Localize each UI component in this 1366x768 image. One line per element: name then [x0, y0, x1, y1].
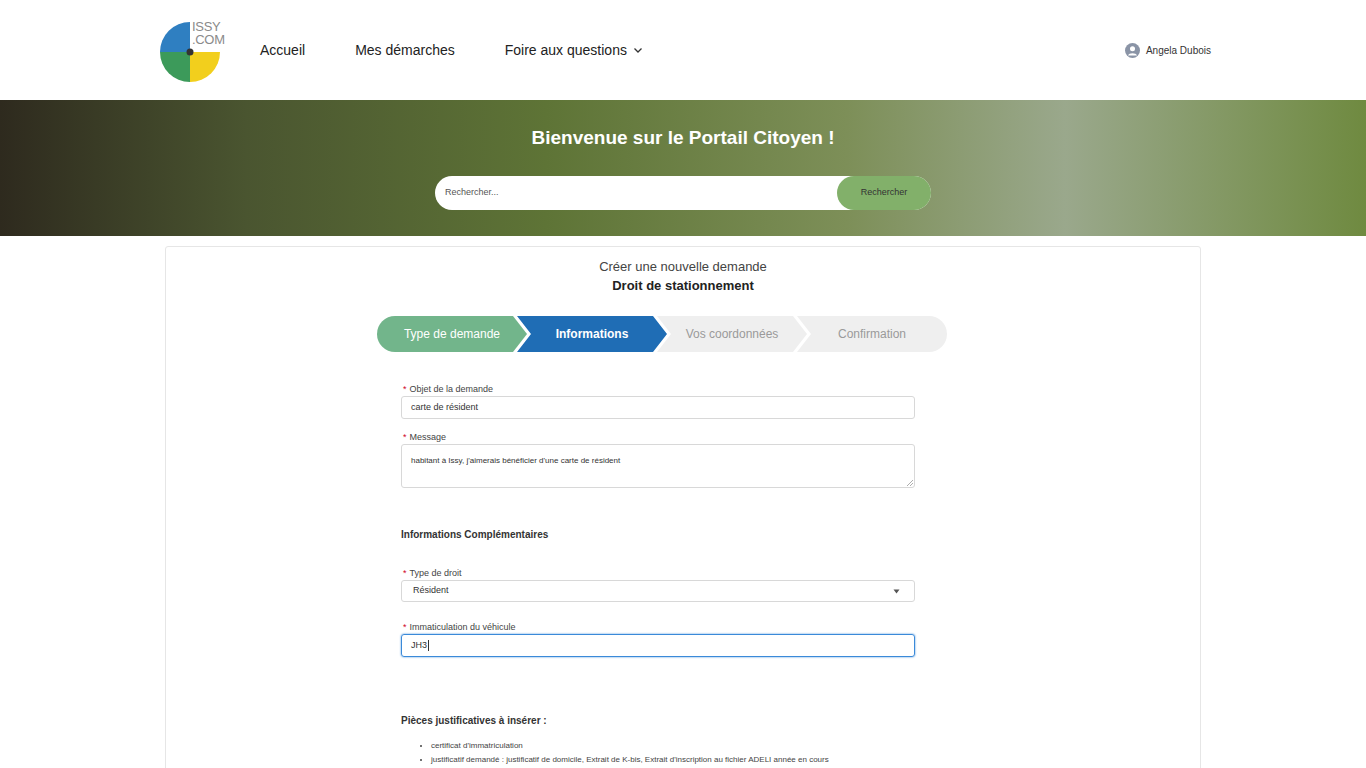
- logo-text: .COM: [192, 33, 225, 46]
- text-input[interactable]: carte de résident: [401, 396, 915, 419]
- search-input[interactable]: [435, 176, 837, 210]
- document-item: certificat d'immatriculation: [431, 739, 915, 753]
- field-value: habitant à Issy, j'aimerais bénéficier d…: [411, 456, 620, 465]
- field-label: *Type de droit: [401, 567, 915, 579]
- form-title: Créer une nouvelle demande: [599, 257, 767, 276]
- required-mark: *: [403, 567, 407, 579]
- step[interactable]: Vos coordonnées: [657, 316, 807, 352]
- documents-list: certificat d'immatriculationjustificatif…: [401, 739, 915, 767]
- nav-item[interactable]: Foire aux questions: [505, 40, 643, 61]
- field-label: *Immaticulation du véhicule: [401, 621, 915, 633]
- message-textarea[interactable]: habitant à Issy, j'aimerais bénéficier d…: [401, 444, 915, 488]
- user-name: Angela Dubois: [1146, 43, 1211, 58]
- document-item: justificatif demandé : justificatif de d…: [431, 753, 915, 767]
- form-field: *Message habitant à Issy, j'aimerais béné…: [401, 431, 915, 488]
- nav-item[interactable]: Accueil: [260, 40, 305, 61]
- type-select[interactable]: Résident: [401, 580, 915, 602]
- field-label-text: Objet de la demande: [410, 383, 494, 395]
- form-subtitle: Droit de stationnement: [612, 276, 754, 295]
- user-menu[interactable]: Angela Dubois: [1125, 43, 1211, 58]
- search-button[interactable]: Rechercher: [837, 176, 931, 210]
- step-label: Confirmation: [838, 327, 906, 342]
- field-value: carte de résident: [411, 401, 478, 415]
- documents-title: Pièces justificatives à insérer :: [401, 714, 915, 728]
- step-label: Vos coordonnées: [686, 327, 779, 342]
- required-mark: *: [403, 621, 407, 633]
- form-card: Créer une nouvelle demande Droit de stat…: [165, 246, 1201, 768]
- banner: Bienvenue sur le Portail Citoyen ! Reche…: [0, 100, 1366, 236]
- field-label: *Objet de la demande: [401, 383, 915, 395]
- stepper: Type de demande Informations Vos coordonné…: [377, 316, 947, 352]
- step-label: Type de demande: [404, 327, 500, 342]
- required-mark: *: [403, 431, 407, 443]
- field-label-text: Immaticulation du véhicule: [410, 621, 516, 633]
- step-label: Informations: [556, 327, 629, 342]
- nav-label: Foire aux questions: [505, 40, 627, 61]
- logo[interactable]: ISSY .COM: [160, 18, 230, 82]
- required-mark: *: [403, 383, 407, 395]
- form-field: *Immaticulation du véhicule JH3: [401, 621, 915, 657]
- form-field: *Type de droit Résident: [401, 567, 915, 602]
- form-field: *Objet de la demande carte de résident: [401, 383, 915, 419]
- resize-grip-icon[interactable]: [907, 480, 913, 486]
- main-nav: Accueil Mes démarches Foire aux questions: [260, 40, 643, 61]
- search-bar: Rechercher: [435, 176, 931, 210]
- field-value: Résident: [413, 584, 449, 598]
- nav-label: Mes démarches: [355, 40, 455, 61]
- section-title: Informations Complémentaires: [401, 528, 915, 542]
- text-cursor: [428, 640, 429, 651]
- field-value: JH3: [411, 639, 427, 653]
- banner-title: Bienvenue sur le Portail Citoyen !: [531, 124, 834, 153]
- site-header: ISSY .COM Accueil Mes démarches Foire aux …: [0, 0, 1366, 100]
- user-icon: [1125, 43, 1140, 58]
- text-input[interactable]: JH3: [401, 634, 915, 657]
- field-label-text: Message: [410, 431, 447, 443]
- chevron-down-icon: [633, 45, 643, 55]
- nav-item[interactable]: Mes démarches: [355, 40, 455, 61]
- logo-text: ISSY: [192, 20, 225, 33]
- field-label: *Message: [401, 431, 915, 443]
- caret-down-icon: [893, 589, 900, 594]
- request-form: *Objet de la demandecarte de résident*Me…: [401, 383, 915, 767]
- nav-label: Accueil: [260, 40, 305, 61]
- step[interactable]: Confirmation: [797, 316, 947, 352]
- step[interactable]: Type de demande: [377, 316, 527, 352]
- step[interactable]: Informations: [517, 316, 667, 352]
- field-label-text: Type de droit: [410, 567, 462, 579]
